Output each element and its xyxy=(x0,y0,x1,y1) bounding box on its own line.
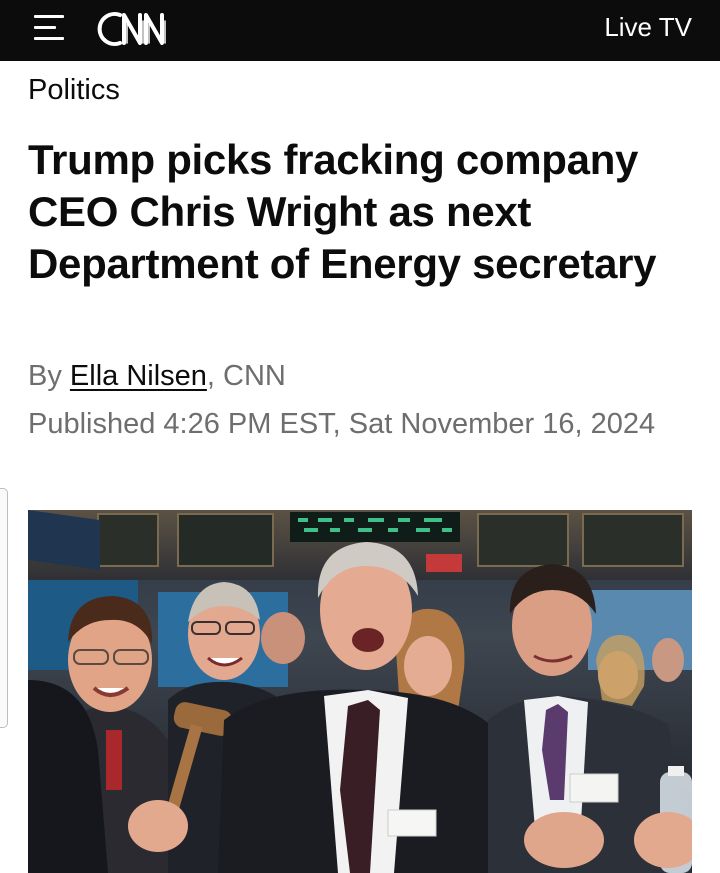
cnn-logo[interactable] xyxy=(96,5,184,53)
author-link[interactable]: Ella Nilsen xyxy=(70,360,207,392)
side-drawer-handle[interactable] xyxy=(0,488,8,728)
article-headline: Trump picks fracking company CEO Chris W… xyxy=(28,136,657,287)
article-photo xyxy=(28,510,692,873)
published-timestamp: Published 4:26 PM EST, Sat November 16, … xyxy=(28,408,656,440)
top-navigation-bar: Live TV xyxy=(0,0,720,61)
byline-prefix: By xyxy=(28,360,62,392)
byline: By Ella Nilsen, CNN xyxy=(28,360,286,393)
section-label[interactable]: Politics xyxy=(28,74,120,107)
hamburger-menu-icon[interactable] xyxy=(34,15,66,43)
live-tv-link[interactable]: Live TV xyxy=(604,12,692,43)
byline-outlet: , CNN xyxy=(206,360,286,392)
